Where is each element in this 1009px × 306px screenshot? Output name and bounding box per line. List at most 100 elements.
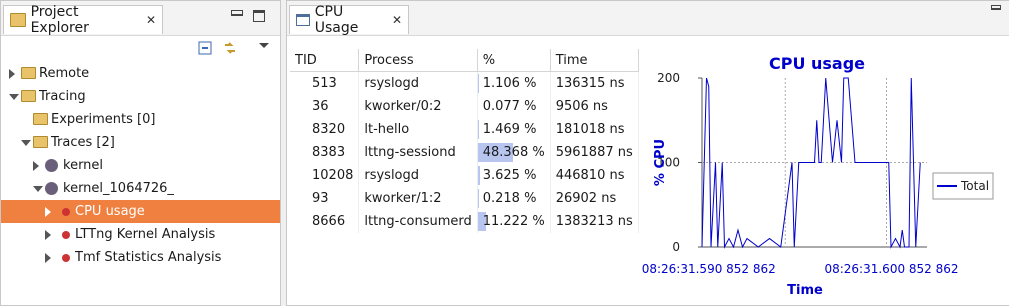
cell-tid: 93 <box>290 187 359 210</box>
percent-bar <box>478 166 481 185</box>
cell-process: lttng-consumerd <box>359 210 477 233</box>
chevron-right-icon[interactable] <box>45 207 51 217</box>
analysis-icon <box>62 231 70 239</box>
project-explorer-icon <box>10 13 26 27</box>
tree-item-label: LTTng Kernel Analysis <box>75 223 215 246</box>
tree-item-label: Experiments [0] <box>51 108 155 131</box>
tree-item[interactable]: kernel <box>1 154 280 177</box>
percent-bar <box>478 74 479 93</box>
explorer-toolbar <box>1 39 280 59</box>
percent-text: 1.106 % <box>483 76 537 91</box>
percent-text: 3.625 % <box>483 168 537 183</box>
cpu-usage-panel: CPU Usage ✕ TID Process % Time 513rsyslo… <box>286 0 1009 306</box>
table-row[interactable]: 8320lt-hello1.469 %181018 ns <box>290 118 638 141</box>
chevron-right-icon[interactable] <box>45 230 51 240</box>
tree-item[interactable]: Tmf Statistics Analysis <box>1 246 280 269</box>
usage-tabbar: CPU Usage ✕ <box>287 1 1009 36</box>
chevron-right-icon[interactable] <box>33 161 39 171</box>
cell-time: 26902 ns <box>550 187 638 210</box>
cell-process: kworker/0:2 <box>359 95 477 118</box>
cell-time: 1383213 ns <box>550 210 638 233</box>
percent-text: 0.077 % <box>483 99 537 114</box>
chevron-down-icon[interactable] <box>9 94 19 100</box>
cell-process: kworker/1:2 <box>359 187 477 210</box>
tree-item-label: kernel_1064726_ <box>63 177 174 200</box>
explorer-tabbar: Project Explorer ✕ <box>1 1 280 36</box>
table-row[interactable]: 8666lttng-consumerd 11.222 % 1383213 ns <box>290 210 638 233</box>
folder-icon <box>33 113 48 125</box>
tree-item[interactable]: LTTng Kernel Analysis <box>1 223 280 246</box>
tree-item-label: kernel <box>63 154 103 177</box>
tab-label: CPU Usage <box>315 4 384 36</box>
tree-item[interactable]: Experiments [0] <box>1 108 280 131</box>
trace-icon <box>45 159 58 172</box>
x-axis-label: Time <box>787 283 823 298</box>
folder-icon <box>21 90 36 102</box>
tab-cpu-usage[interactable]: CPU Usage ✕ <box>289 5 409 34</box>
column-header-percent[interactable]: % <box>477 49 550 72</box>
cell-tid: 36 <box>290 95 359 118</box>
percent-text: 11.222 % <box>483 214 545 229</box>
cell-process: rsyslogd <box>359 72 477 96</box>
table-row[interactable]: 10208rsyslogd3.625 %446810 ns <box>290 164 638 187</box>
close-icon[interactable]: ✕ <box>392 13 402 27</box>
minimize-icon[interactable] <box>991 5 1001 10</box>
view-menu-icon[interactable] <box>257 39 271 53</box>
cell-time: 181018 ns <box>550 118 638 141</box>
cell-percent: 1.469 % <box>477 118 550 141</box>
legend-label: Total <box>960 179 989 193</box>
tree-item-label: Traces [2] <box>51 131 115 154</box>
tree-item[interactable]: kernel_1064726_ <box>1 177 280 200</box>
cell-percent: 48.368 % <box>477 141 550 164</box>
percent-text: 1.469 % <box>483 122 537 137</box>
tree-item[interactable]: CPU usage <box>1 200 280 223</box>
column-header-time[interactable]: Time <box>550 49 638 72</box>
folder-icon <box>21 67 36 79</box>
tree-item-label: Tmf Statistics Analysis <box>75 246 221 269</box>
close-icon[interactable]: ✕ <box>146 13 156 27</box>
cell-process: lttng-sessiond <box>359 141 477 164</box>
percent-bar <box>478 120 479 139</box>
percent-text: 0.218 % <box>483 191 537 206</box>
trace-icon <box>45 182 58 195</box>
minimize-icon[interactable] <box>231 10 243 16</box>
table-row[interactable]: 36kworker/0:2 0.077 % 9506 ns <box>290 95 638 118</box>
chevron-right-icon[interactable] <box>45 253 51 263</box>
analysis-icon <box>62 208 70 216</box>
cell-tid: 8666 <box>290 210 359 233</box>
table-row[interactable]: 93kworker/1:2 0.218 % 26902 ns <box>290 187 638 210</box>
chevron-right-icon[interactable] <box>9 69 15 79</box>
tree-item[interactable]: Tracing <box>1 85 280 108</box>
view-icon <box>296 14 310 26</box>
cell-tid: 513 <box>290 72 359 96</box>
cell-percent: 0.077 % <box>477 95 550 118</box>
column-header-process[interactable]: Process <box>359 49 477 72</box>
cell-tid: 8320 <box>290 118 359 141</box>
folder-icon <box>33 136 48 148</box>
chevron-down-icon[interactable] <box>33 186 43 192</box>
tree-item[interactable]: Traces [2] <box>1 131 280 154</box>
cell-percent: 3.625 % <box>477 164 550 187</box>
column-header-tid[interactable]: TID <box>290 49 359 72</box>
collapse-all-icon[interactable] <box>198 41 212 55</box>
table-row[interactable]: 8383lttng-sessiond48.368 %5961887 ns <box>290 141 638 164</box>
cell-time: 136315 ns <box>550 72 638 96</box>
tree-item-label: Tracing <box>39 85 86 108</box>
chevron-down-icon[interactable] <box>21 140 31 146</box>
tree-item-label: Remote <box>39 62 89 85</box>
project-explorer-panel: Project Explorer ✕ RemoteTracingExperime… <box>0 0 281 306</box>
cell-percent: 11.222 % <box>477 210 550 233</box>
cell-percent: 0.218 % <box>477 187 550 210</box>
project-tree: RemoteTracingExperiments [0]Traces [2]ke… <box>1 62 280 269</box>
cell-time: 9506 ns <box>550 95 638 118</box>
cell-process: rsyslogd <box>359 164 477 187</box>
process-table: TID Process % Time 513rsyslogd1.106 %136… <box>290 49 639 233</box>
link-with-editor-icon[interactable] <box>223 41 237 55</box>
tree-item[interactable]: Remote <box>1 62 280 85</box>
maximize-icon[interactable] <box>253 10 265 22</box>
cell-tid: 8383 <box>290 141 359 164</box>
cell-percent: 1.106 % <box>477 72 550 96</box>
x-tick-label: 08:26:31.590 852 862 <box>642 262 776 276</box>
tab-project-explorer[interactable]: Project Explorer ✕ <box>3 5 163 34</box>
table-row[interactable]: 513rsyslogd 1.106 % 136315 ns <box>290 72 638 96</box>
